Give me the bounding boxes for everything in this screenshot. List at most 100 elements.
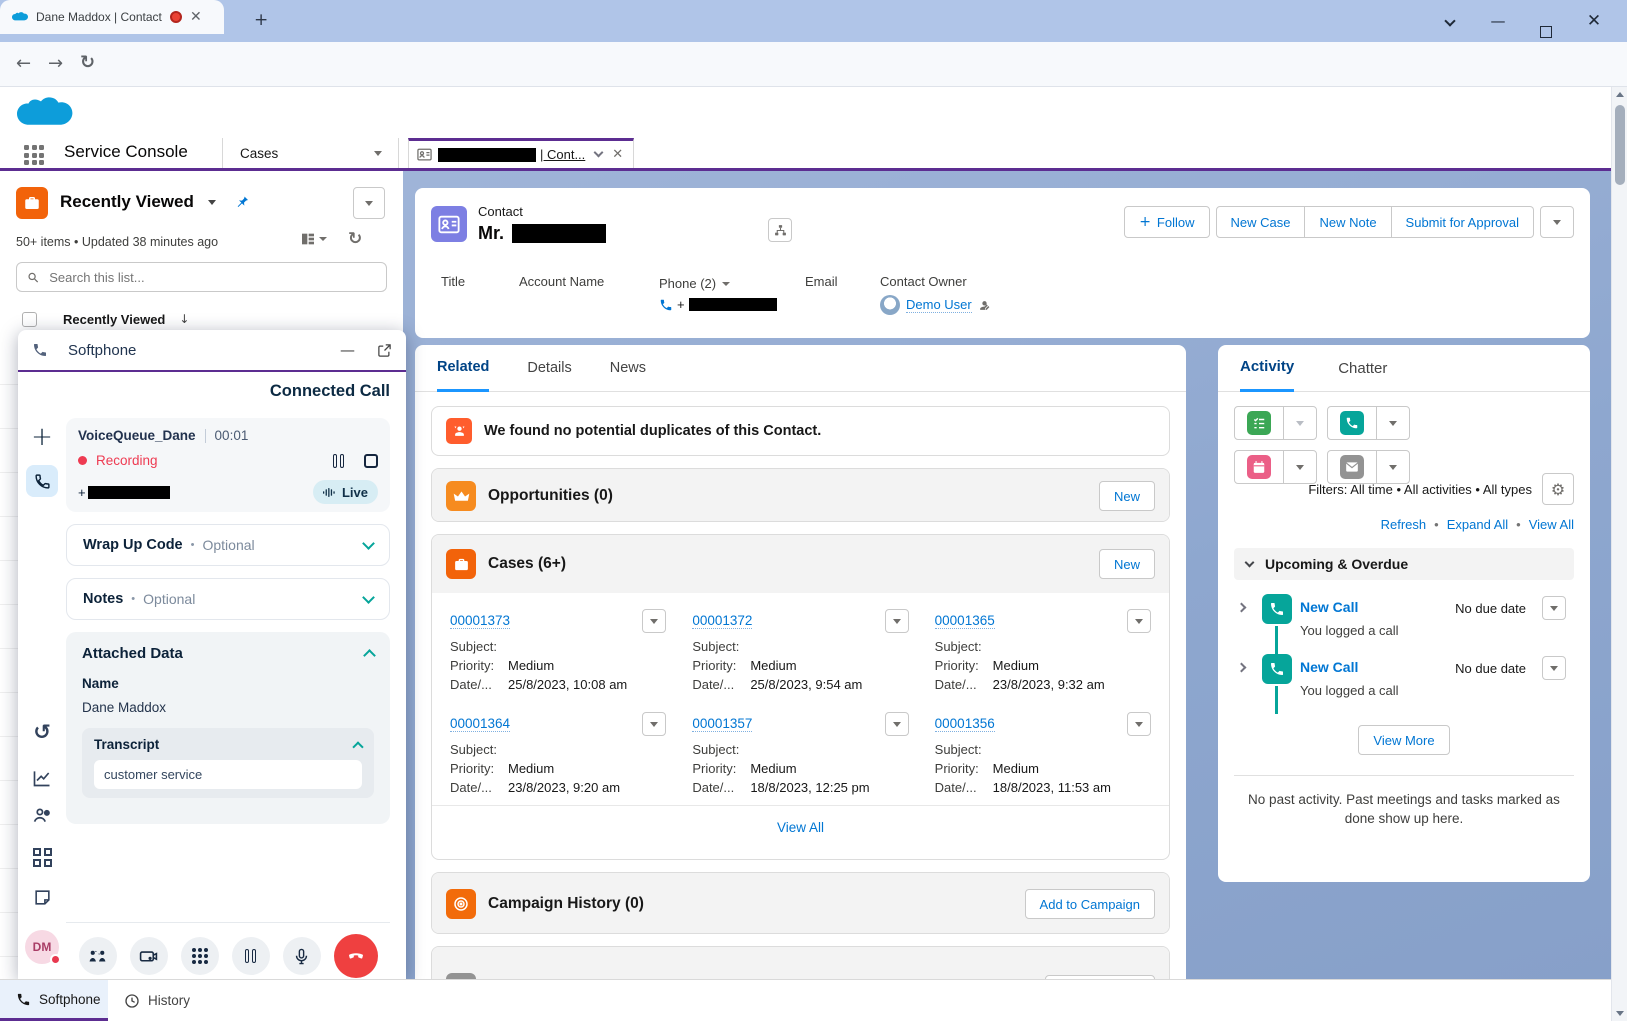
collapse-attached-data-chevron-icon[interactable] xyxy=(363,649,376,662)
apps-grid-icon[interactable] xyxy=(18,848,66,867)
list-view-title[interactable]: Recently Viewed xyxy=(60,192,194,212)
case-number-link[interactable]: 00001372 xyxy=(692,613,752,629)
window-minimize-button[interactable]: — xyxy=(1476,0,1520,42)
browser-tab[interactable]: Dane Maddox | Contact | Sal ✕ xyxy=(0,0,224,34)
tab-details[interactable]: Details xyxy=(527,360,571,376)
reload-button[interactable]: ↻ xyxy=(80,54,95,72)
call-history-icon[interactable]: ↺ xyxy=(18,720,66,744)
call-dropdown-button[interactable] xyxy=(1376,407,1409,439)
more-actions-dropdown-button[interactable] xyxy=(1540,206,1574,238)
new-call-link[interactable]: New Call xyxy=(1300,599,1358,615)
dialpad-button[interactable] xyxy=(181,937,219,975)
new-task-button[interactable] xyxy=(1235,407,1283,439)
refresh-link[interactable]: Refresh xyxy=(1381,517,1427,532)
view-more-button[interactable]: View More xyxy=(1358,725,1449,755)
minimize-icon[interactable]: — xyxy=(340,341,355,359)
list-actions-dropdown-button[interactable] xyxy=(353,187,385,219)
app-name[interactable]: Service Console xyxy=(64,142,188,162)
opportunities-header[interactable]: Opportunities (0) New xyxy=(432,469,1169,522)
owner-link[interactable]: Demo User xyxy=(906,297,972,313)
tab-news[interactable]: News xyxy=(610,360,646,376)
timeline-item-dropdown-button[interactable] xyxy=(1542,656,1566,680)
tab-close-icon[interactable]: ✕ xyxy=(190,10,202,24)
log-call-button[interactable] xyxy=(1328,407,1376,439)
app-launcher-waffle-icon[interactable] xyxy=(24,145,44,165)
cases-title[interactable]: Cases (6+) xyxy=(488,555,566,573)
agents-icon[interactable] xyxy=(18,805,66,826)
case-number-link[interactable]: 00001356 xyxy=(935,716,995,732)
scrollbar-thumb[interactable] xyxy=(1615,105,1625,185)
contact-tab-close-icon[interactable]: ✕ xyxy=(612,147,623,162)
metrics-icon[interactable] xyxy=(18,768,66,788)
display-style-icon[interactable] xyxy=(300,231,327,247)
tab-chatter[interactable]: Chatter xyxy=(1338,360,1387,377)
submit-for-approval-button[interactable]: Submit for Approval xyxy=(1392,206,1534,238)
nav-tab-contact-active[interactable]: | Cont... ✕ xyxy=(408,138,634,168)
view-hierarchy-button[interactable] xyxy=(768,218,792,242)
task-dropdown-button[interactable] xyxy=(1283,407,1316,439)
case-actions-dropdown-button[interactable] xyxy=(642,712,666,736)
partial-related-header[interactable] xyxy=(432,947,1169,979)
tab-search-chevron-icon[interactable] xyxy=(1428,0,1472,42)
phone-dropdown-icon[interactable] xyxy=(722,282,730,286)
change-owner-icon[interactable] xyxy=(978,299,991,312)
collapse-transcript-chevron-icon[interactable] xyxy=(352,741,363,752)
pin-icon[interactable] xyxy=(232,191,252,213)
case-number-link[interactable]: 00001373 xyxy=(450,613,510,629)
new-case-button[interactable]: New Case xyxy=(1216,206,1306,238)
notes-section[interactable]: Notes • Optional xyxy=(66,578,390,620)
upcoming-overdue-section[interactable]: Upcoming & Overdue xyxy=(1234,548,1574,580)
softphone-header[interactable]: Softphone — xyxy=(18,330,406,372)
back-button[interactable]: ← xyxy=(16,55,31,73)
timeline-item-dropdown-button[interactable] xyxy=(1542,596,1566,620)
agent-avatar[interactable]: DM xyxy=(18,930,66,964)
hold-call-button[interactable] xyxy=(232,937,270,975)
contact-tab-chevron-icon[interactable] xyxy=(594,148,604,158)
popout-icon[interactable] xyxy=(377,343,392,358)
campaign-history-header[interactable]: Campaign History (0) Add to Campaign xyxy=(432,873,1169,934)
page-scrollbar[interactable] xyxy=(1611,87,1627,1021)
wrap-up-code-section[interactable]: Wrap Up Code • Optional xyxy=(66,524,390,566)
forward-button[interactable]: → xyxy=(48,55,63,73)
expand-wrap-up-chevron-icon[interactable] xyxy=(362,537,375,550)
add-call-icon[interactable]: + xyxy=(18,422,66,452)
list-search-box[interactable] xyxy=(16,262,387,292)
nav-tab-cases[interactable]: Cases xyxy=(240,146,278,161)
pause-recording-icon[interactable] xyxy=(333,454,344,468)
case-number-link[interactable]: 00001365 xyxy=(935,613,995,629)
view-all-cases-link[interactable]: View All xyxy=(777,820,824,835)
expand-item-chevron-icon[interactable] xyxy=(1237,663,1247,673)
case-actions-dropdown-button[interactable] xyxy=(1127,712,1151,736)
cases-header[interactable]: Cases (6+) New xyxy=(432,535,1169,593)
cases-tab-chevron-icon[interactable] xyxy=(374,151,382,156)
utility-softphone-tab[interactable]: Softphone xyxy=(0,980,108,1021)
opportunities-title[interactable]: Opportunities (0) xyxy=(488,487,613,505)
refresh-list-icon[interactable]: ↻ xyxy=(348,229,362,249)
new-opportunity-button[interactable]: New xyxy=(1099,481,1155,511)
list-view-selector-chevron-icon[interactable] xyxy=(208,200,216,205)
case-actions-dropdown-button[interactable] xyxy=(885,712,909,736)
expand-all-link[interactable]: Expand All xyxy=(1447,517,1508,532)
expand-item-chevron-icon[interactable] xyxy=(1237,603,1247,613)
end-call-button[interactable] xyxy=(334,934,378,978)
utility-history-tab[interactable]: History xyxy=(108,980,206,1021)
case-actions-dropdown-button[interactable] xyxy=(642,609,666,633)
notes-icon[interactable] xyxy=(18,888,66,907)
mute-mic-button[interactable] xyxy=(283,937,321,975)
expand-notes-chevron-icon[interactable] xyxy=(362,591,375,604)
section-expand-chevron-icon[interactable] xyxy=(1245,557,1255,567)
list-search-input[interactable] xyxy=(47,269,376,286)
new-event-button[interactable] xyxy=(1235,451,1283,483)
new-tab-button[interactable]: + xyxy=(254,10,268,30)
tab-activity[interactable]: Activity xyxy=(1240,345,1294,392)
add-to-campaign-button[interactable]: Add to Campaign xyxy=(1025,889,1155,919)
new-note-button[interactable]: New Note xyxy=(1305,206,1391,238)
view-all-link[interactable]: View All xyxy=(1529,517,1574,532)
case-actions-dropdown-button[interactable] xyxy=(885,609,909,633)
activity-settings-gear-button[interactable]: ⚙ xyxy=(1542,473,1574,505)
scroll-up-arrow[interactable] xyxy=(1616,92,1624,97)
phone-number-redaction[interactable] xyxy=(689,298,777,311)
new-call-link[interactable]: New Call xyxy=(1300,659,1358,675)
campaign-history-title[interactable]: Campaign History (0) xyxy=(488,895,644,913)
sort-descending-icon[interactable]: ↓ xyxy=(179,312,189,326)
